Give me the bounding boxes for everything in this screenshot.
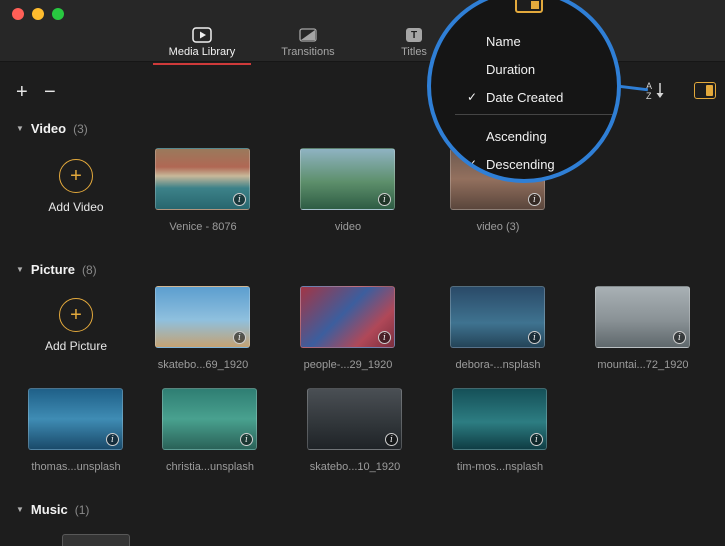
check-icon: ✓ (467, 90, 486, 104)
menu-item-ascending[interactable]: Ascending (467, 126, 547, 146)
media-panel-toggle-icon[interactable] (694, 82, 716, 99)
menu-item-date-created[interactable]: ✓ Date Created (467, 87, 563, 107)
media-thumbnail[interactable]: i (162, 388, 257, 450)
media-caption: christia...unsplash (145, 461, 275, 473)
zoomed-toolbar-icon-fill (531, 1, 539, 9)
info-icon[interactable]: i (530, 433, 543, 446)
window-chrome: Media Library Transitions T Titles (0, 0, 725, 62)
media-caption: video (3) (433, 221, 563, 233)
add-picture-button[interactable]: + (59, 298, 93, 332)
disclosure-triangle-icon: ▼ (16, 124, 24, 133)
media-caption: tim-mos...nsplash (435, 461, 565, 473)
media-thumbnail[interactable]: i (155, 286, 250, 348)
media-panel-toggle-fill (706, 85, 713, 96)
menu-item-descending[interactable]: ✓ Descending (467, 154, 555, 174)
media-thumbnail[interactable]: i (28, 388, 123, 450)
media-thumbnail[interactable]: i (452, 388, 547, 450)
check-icon: ✓ (467, 157, 486, 171)
info-icon[interactable]: i (233, 331, 246, 344)
section-header-music[interactable]: ▼ Music (1) (16, 502, 89, 517)
plus-icon: + (70, 305, 82, 325)
close-button[interactable] (12, 8, 24, 20)
media-thumbnail[interactable]: i (595, 286, 690, 348)
menu-item-label: Date Created (486, 90, 563, 105)
active-tab-underline (153, 63, 251, 65)
menu-item-label: Ascending (486, 129, 547, 144)
tab-media-library-label: Media Library (169, 46, 236, 58)
sort-menu-zoom-callout: Name Duration ✓ Date Created Ascending ✓… (427, 0, 621, 183)
section-title: Picture (31, 262, 75, 277)
tab-transitions[interactable]: Transitions (256, 27, 360, 65)
transitions-icon (299, 27, 317, 43)
section-count: (1) (75, 503, 90, 517)
add-video-button[interactable]: + (59, 159, 93, 193)
tab-underline-placeholder (259, 63, 357, 65)
menu-item-label: Duration (486, 62, 535, 77)
remove-media-button[interactable]: − (44, 82, 56, 102)
disclosure-triangle-icon: ▼ (16, 265, 24, 274)
info-icon[interactable]: i (106, 433, 119, 446)
section-title: Music (31, 502, 68, 517)
svg-text:Z: Z (646, 91, 652, 101)
media-caption: thomas...unsplash (11, 461, 141, 473)
info-icon[interactable]: i (233, 193, 246, 206)
disclosure-triangle-icon: ▼ (16, 505, 24, 514)
section-count: (3) (73, 122, 88, 136)
info-icon[interactable]: i (378, 193, 391, 206)
menu-separator (455, 114, 613, 115)
add-picture-label: Add Picture (28, 339, 124, 353)
media-library-icon (192, 27, 212, 43)
media-caption: Venice - 8076 (138, 221, 268, 233)
media-caption: skatebo...10_1920 (290, 461, 420, 473)
media-thumbnail-partial[interactable] (62, 534, 130, 546)
tab-transitions-label: Transitions (281, 46, 334, 58)
section-count: (8) (82, 263, 97, 277)
media-caption: mountai...72_1920 (578, 359, 708, 371)
info-icon[interactable]: i (528, 193, 541, 206)
section-title: Video (31, 121, 66, 136)
zoom-button[interactable] (52, 8, 64, 20)
app-window: Media Library Transitions T Titles + − (0, 0, 725, 546)
menu-item-label: Name (486, 34, 521, 49)
minimize-button[interactable] (32, 8, 44, 20)
tab-titles-label: Titles (401, 46, 427, 58)
media-thumbnail[interactable]: i (450, 286, 545, 348)
add-media-button[interactable]: + (16, 82, 28, 102)
zoomed-toolbar-icon (515, 0, 543, 13)
titles-icon: T (406, 27, 422, 43)
media-thumbnail[interactable]: i (300, 148, 395, 210)
media-caption: skatebo...69_1920 (138, 359, 268, 371)
media-thumbnail[interactable]: i (300, 286, 395, 348)
menu-item-label: Descending (486, 157, 555, 172)
media-thumbnail[interactable]: i (155, 148, 250, 210)
tab-media-library[interactable]: Media Library (150, 27, 254, 65)
add-video-label: Add Video (28, 200, 124, 214)
info-icon[interactable]: i (378, 331, 391, 344)
info-icon[interactable]: i (528, 331, 541, 344)
menu-item-duration[interactable]: Duration (467, 59, 535, 79)
info-icon[interactable]: i (240, 433, 253, 446)
media-caption: people-...29_1920 (283, 359, 413, 371)
media-caption: debora-...nsplash (433, 359, 563, 371)
section-header-video[interactable]: ▼ Video (3) (16, 121, 88, 136)
media-caption: video (283, 221, 413, 233)
media-thumbnail[interactable]: i (307, 388, 402, 450)
info-icon[interactable]: i (385, 433, 398, 446)
menu-item-name[interactable]: Name (467, 31, 521, 51)
plus-icon: + (70, 166, 82, 186)
info-icon[interactable]: i (673, 331, 686, 344)
section-header-picture[interactable]: ▼ Picture (8) (16, 262, 97, 277)
